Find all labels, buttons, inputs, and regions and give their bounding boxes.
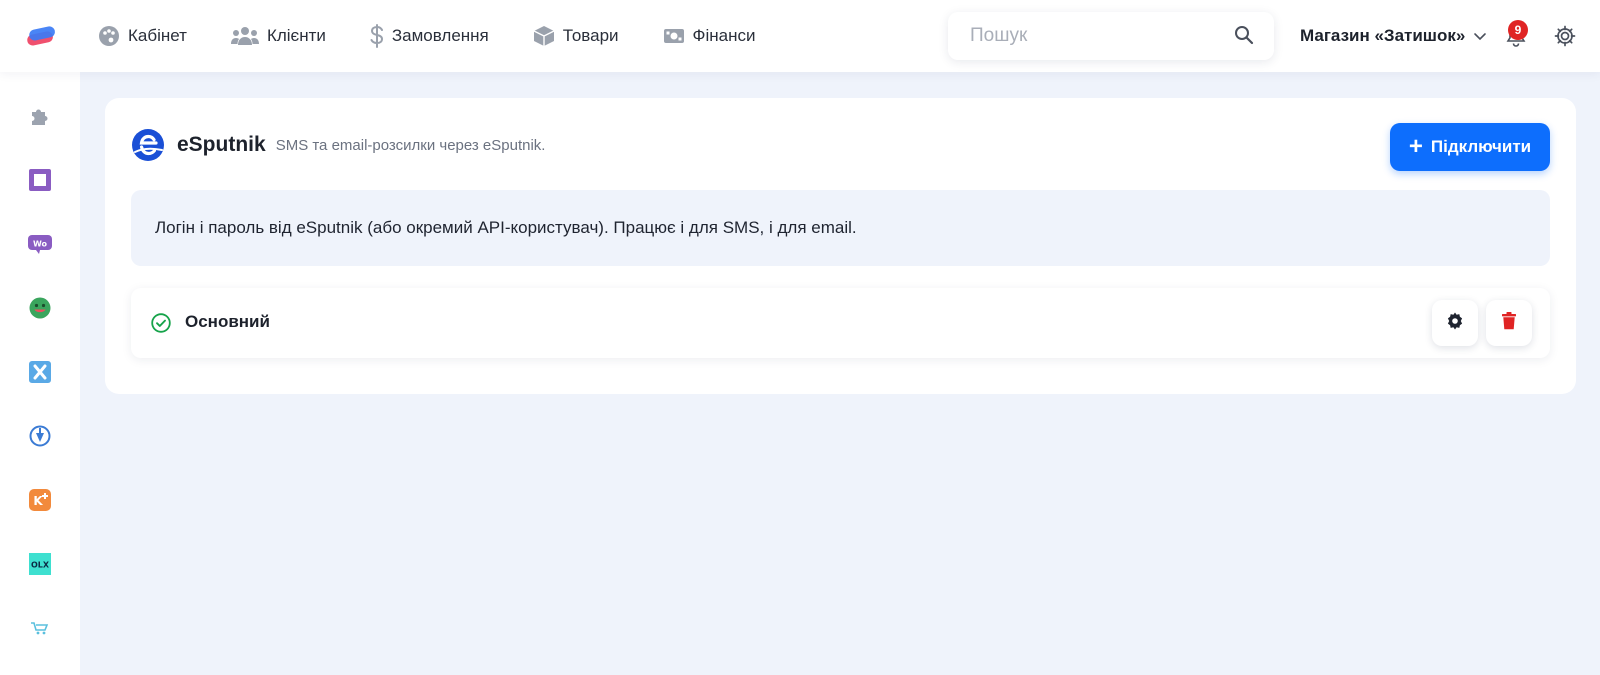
sidebar-item-smile-app[interactable]	[28, 297, 52, 324]
square-app-icon	[29, 168, 51, 196]
nav-item-finance[interactable]: Фінанси	[663, 25, 756, 47]
account-name: Основний	[185, 312, 270, 331]
integration-subtitle: SMS та email-розсилки через eSputnik.	[275, 136, 546, 154]
olx-app-icon: OLX	[29, 552, 51, 580]
top-bar: Кабінет Клієнти Замовлення Товари Фінанс…	[0, 0, 1600, 72]
woo-icon: Wo	[28, 233, 52, 260]
x-app-icon	[29, 360, 51, 388]
sidebar-item-olx[interactable]: OLX	[28, 552, 52, 580]
smile-app-icon	[29, 297, 51, 324]
sidebar-item-cart-app[interactable]	[28, 618, 52, 642]
account-settings-button[interactable]	[1432, 300, 1478, 346]
sidebar-item-woo[interactable]: Wo	[28, 234, 52, 258]
k-plus-app-icon: K	[29, 488, 51, 516]
info-text: Логін і пароль від eSputnik (або окремий…	[155, 218, 857, 237]
nav-label: Клієнти	[266, 26, 326, 45]
nav-item-clients[interactable]: Клієнти	[230, 25, 326, 47]
check-circle-icon	[151, 313, 171, 333]
account-delete-button[interactable]	[1486, 300, 1532, 346]
cart-app-icon	[30, 620, 50, 641]
info-banner: Логін і пароль від eSputnik (або окремий…	[131, 190, 1550, 266]
gear-icon[interactable]	[1553, 24, 1577, 48]
esputnik-logo-icon	[131, 128, 165, 162]
users-icon	[230, 25, 259, 47]
app-logo[interactable]	[24, 22, 58, 50]
search-icon[interactable]	[1234, 25, 1254, 45]
sidebar-item-pin-app[interactable]	[28, 425, 52, 452]
nav-label: Кабінет	[128, 26, 187, 45]
sidebar: Wo K OLX	[0, 72, 80, 675]
chevron-down-icon	[1473, 29, 1487, 43]
nav-item-products[interactable]: Товари	[533, 25, 619, 47]
account-row: Основний	[131, 288, 1550, 358]
dollar-icon	[370, 24, 384, 48]
plus-icon: +	[1408, 133, 1423, 160]
store-selector[interactable]: Магазин «Затишок»	[1300, 24, 1487, 48]
nav-label: Фінанси	[692, 26, 756, 45]
puzzle-icon	[29, 105, 51, 132]
connect-button[interactable]: + Підключити	[1390, 123, 1550, 171]
store-name: Магазин «Затишок»	[1300, 26, 1466, 45]
box-icon	[533, 25, 555, 47]
sidebar-item-square-app[interactable]	[28, 168, 52, 196]
nav-label: Товари	[562, 26, 619, 45]
nav-item-orders[interactable]: Замовлення	[370, 24, 489, 48]
trash-icon	[1501, 311, 1517, 335]
connect-button-label: Підключити	[1430, 137, 1532, 156]
gear-icon	[1445, 311, 1465, 336]
sidebar-item-extensions[interactable]	[28, 106, 52, 130]
notification-badge: 9	[1508, 20, 1528, 40]
integration-header: eSputnik SMS та email-розсилки через eSp…	[131, 128, 545, 162]
palette-icon	[98, 25, 120, 47]
sidebar-item-x-app[interactable]	[28, 360, 52, 388]
integration-card: eSputnik SMS та email-розсилки через eSp…	[105, 98, 1576, 394]
svg-text:OLX: OLX	[31, 560, 50, 569]
search-input[interactable]	[970, 12, 1220, 60]
pin-app-icon	[29, 425, 51, 452]
integration-title: eSputnik	[177, 133, 266, 156]
money-icon	[663, 25, 685, 47]
nav-item-dashboard[interactable]: Кабінет	[98, 25, 187, 47]
sidebar-item-k-plus-app[interactable]: K	[28, 488, 52, 516]
nav-label: Замовлення	[391, 26, 489, 45]
search-box	[948, 12, 1274, 60]
svg-text:K: K	[33, 494, 43, 508]
main-nav: Кабінет Клієнти Замовлення Товари Фінанс…	[98, 0, 799, 72]
svg-text:Wo: Wo	[33, 239, 48, 248]
